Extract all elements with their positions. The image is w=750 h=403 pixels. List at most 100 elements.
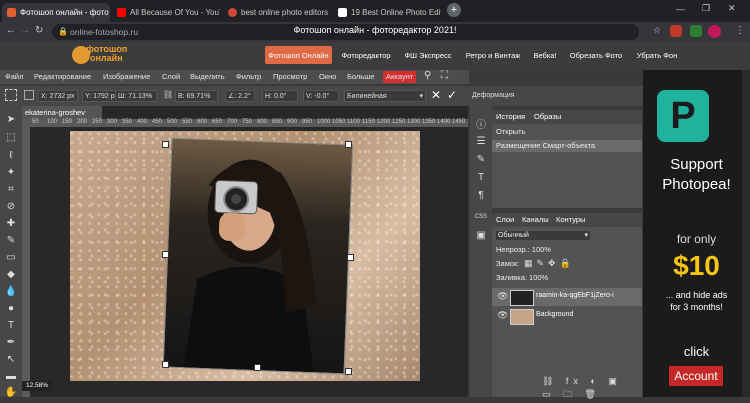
blend-mode-select[interactable]: Обычный ▾ <box>495 230 591 241</box>
dodge-tool-icon[interactable]: ● <box>4 301 18 315</box>
close-tab-icon[interactable]: ✕ <box>109 8 110 17</box>
menu-more[interactable]: Больше <box>347 71 374 83</box>
browser-tab-19-best[interactable]: 19 Best Online Photo Edito ✕ <box>333 3 441 22</box>
tab-channels[interactable]: Каналы <box>522 215 549 224</box>
lock-icons[interactable]: ▦✎✥🔒 <box>524 258 575 269</box>
move-tool-icon[interactable]: ➤ <box>4 112 18 126</box>
opacity-field[interactable]: Непрозр.: 100% <box>492 244 642 256</box>
layer-row[interactable]: 👁 raamin-ka-qgEbF1jZero-i <box>492 288 642 306</box>
reference-point-icon[interactable] <box>24 90 34 100</box>
fullscreen-icon[interactable]: ⛶ <box>441 70 448 81</box>
layer-row[interactable]: 👁 Background <box>492 307 642 325</box>
nav-photo-editor[interactable]: Фоторедактор <box>336 46 396 64</box>
link-icon[interactable]: ⛓ <box>163 90 173 99</box>
close-window-icon[interactable]: ✕ <box>728 3 736 14</box>
text-tool-icon[interactable]: T <box>4 318 18 332</box>
transform-handle[interactable] <box>254 364 261 371</box>
minimize-icon[interactable]: — <box>676 4 685 14</box>
interpolation-select[interactable]: Билинейная ▾ <box>344 90 426 102</box>
transform-handle[interactable] <box>347 254 354 261</box>
eyedropper-tool-icon[interactable]: ⊘ <box>4 199 18 213</box>
layer-action-icons[interactable]: ⛓ fx ◐ ▣ ▭ 🗀 🗑 <box>542 376 642 403</box>
new-tab-button[interactable]: + <box>447 3 461 17</box>
brush-tool-icon[interactable]: ✎ <box>4 233 18 247</box>
width-percent-field[interactable]: Ш: 71.13% <box>115 90 157 102</box>
browser-tab-photoshop-online[interactable]: Фотошоп онлайн - фото ✕ <box>2 3 110 22</box>
eye-visibility-icon[interactable]: 👁 <box>497 310 508 321</box>
transform-handle[interactable] <box>345 141 352 148</box>
brush-panel-icon[interactable]: ✎ <box>474 152 488 166</box>
cancel-transform-icon[interactable]: ✕ <box>431 88 441 102</box>
transform-handle[interactable] <box>162 361 169 368</box>
photopea-ad[interactable]: P Support Photopea! for only $10 ... and… <box>643 70 750 397</box>
menu-account[interactable]: Аккаунт <box>383 71 417 83</box>
reload-icon[interactable]: ↻ <box>35 25 43 36</box>
transform-handle[interactable] <box>345 368 352 375</box>
eraser-tool-icon[interactable]: ▭ <box>4 250 18 264</box>
rectangle-tool-icon[interactable]: ▬ <box>4 369 18 383</box>
menu-file[interactable]: Файл <box>5 71 23 83</box>
healing-brush-tool-icon[interactable]: ✚ <box>4 216 18 230</box>
magic-wand-tool-icon[interactable]: ✦ <box>4 165 18 179</box>
info-panel-icon[interactable]: ⓘ <box>474 116 488 131</box>
nav-retro-vintage[interactable]: Ретро и Винтаж <box>461 46 525 64</box>
menu-filter[interactable]: Фильтр <box>236 71 261 83</box>
lasso-tool-icon[interactable]: ℓ <box>4 148 18 162</box>
browser-menu-icon[interactable]: ⋮ <box>735 25 745 36</box>
crop-tool-icon[interactable]: ⌗ <box>4 182 18 196</box>
blur-tool-icon[interactable]: 💧 <box>4 284 18 298</box>
menu-layer[interactable]: Слой <box>162 71 180 83</box>
marquee-tool-icon[interactable]: ⬚ <box>4 130 18 144</box>
nav-crop-photo[interactable]: Обрезать Фото <box>566 46 626 64</box>
nav-photoshop-online[interactable]: Фотошоп Онлайн <box>265 46 332 64</box>
css-panel-icon[interactable]: CSS <box>474 210 488 224</box>
transform-tool-icon[interactable] <box>5 89 17 101</box>
height-percent-field[interactable]: В: 69.71% <box>175 90 218 102</box>
search-icon[interactable]: ⚲ <box>424 70 431 81</box>
nav-remove-background[interactable]: Убрать Фон <box>629 46 685 64</box>
tab-history[interactable]: История <box>496 112 525 121</box>
tab-layers[interactable]: Слои <box>496 215 514 224</box>
extension-icon[interactable] <box>690 25 702 37</box>
properties-panel-icon[interactable]: ☰ <box>474 134 488 148</box>
pen-tool-icon[interactable]: ✒ <box>4 335 18 349</box>
extension-icon[interactable] <box>670 25 682 37</box>
warp-button[interactable]: Деформация <box>472 90 515 102</box>
x-position-field[interactable]: X: 2732 px <box>38 90 78 102</box>
menu-window[interactable]: Окно <box>319 71 336 83</box>
menu-image[interactable]: Изображение <box>103 71 150 83</box>
image-panel-icon[interactable]: ▣ <box>474 228 488 242</box>
ad-account-button[interactable]: Account <box>669 366 723 386</box>
angle-field[interactable]: ∠: 2.2° <box>225 90 255 102</box>
zoom-level[interactable]: 12.58% <box>22 381 52 391</box>
document-tab[interactable]: ekaterina-groshev <box>22 106 102 119</box>
horizontal-skew-field[interactable]: H: 0.0° <box>262 90 298 102</box>
menu-edit[interactable]: Редактирование <box>34 71 91 83</box>
transform-handle[interactable] <box>162 141 169 148</box>
site-logo[interactable]: фотошоп онлайн <box>86 45 127 63</box>
menu-view[interactable]: Просмотр <box>273 71 307 83</box>
tab-images[interactable]: Образы <box>534 112 561 121</box>
forward-arrow-icon[interactable]: → <box>20 25 30 36</box>
back-arrow-icon[interactable]: ← <box>6 25 16 36</box>
path-selection-tool-icon[interactable]: ↖ <box>4 352 18 366</box>
commit-transform-icon[interactable]: ✓ <box>447 88 457 102</box>
eye-visibility-icon[interactable]: 👁 <box>497 291 508 302</box>
history-item-open[interactable]: Открыть <box>492 126 642 138</box>
menu-select[interactable]: Выделить <box>190 71 225 83</box>
vertical-skew-field[interactable]: V: -0.0° <box>303 90 339 102</box>
address-bar[interactable]: 🔒 online-fotoshop.ru <box>52 24 639 40</box>
page-scrollbar[interactable] <box>742 70 750 397</box>
browser-tab-youtube[interactable]: All Because Of You - YouTu ✕ <box>112 3 220 22</box>
fill-field[interactable]: Заливка: 100% <box>492 272 642 284</box>
canvas-area[interactable]: ekaterina-groshev 50 100 150 200 250 300 350 40… <box>22 106 468 397</box>
paragraph-panel-icon[interactable]: ¶ <box>474 188 488 202</box>
nav-fsh-express[interactable]: ФШ Экспресс <box>399 46 457 64</box>
nav-webcam[interactable]: Вебка! <box>527 46 563 64</box>
profile-avatar[interactable] <box>708 25 721 38</box>
transformed-photo-layer[interactable] <box>162 137 354 375</box>
paint-bucket-tool-icon[interactable]: ◆ <box>4 267 18 281</box>
maximize-icon[interactable]: ❐ <box>702 3 710 14</box>
bookmark-star-icon[interactable]: ☆ <box>653 25 661 36</box>
character-panel-icon[interactable]: T <box>474 170 488 184</box>
